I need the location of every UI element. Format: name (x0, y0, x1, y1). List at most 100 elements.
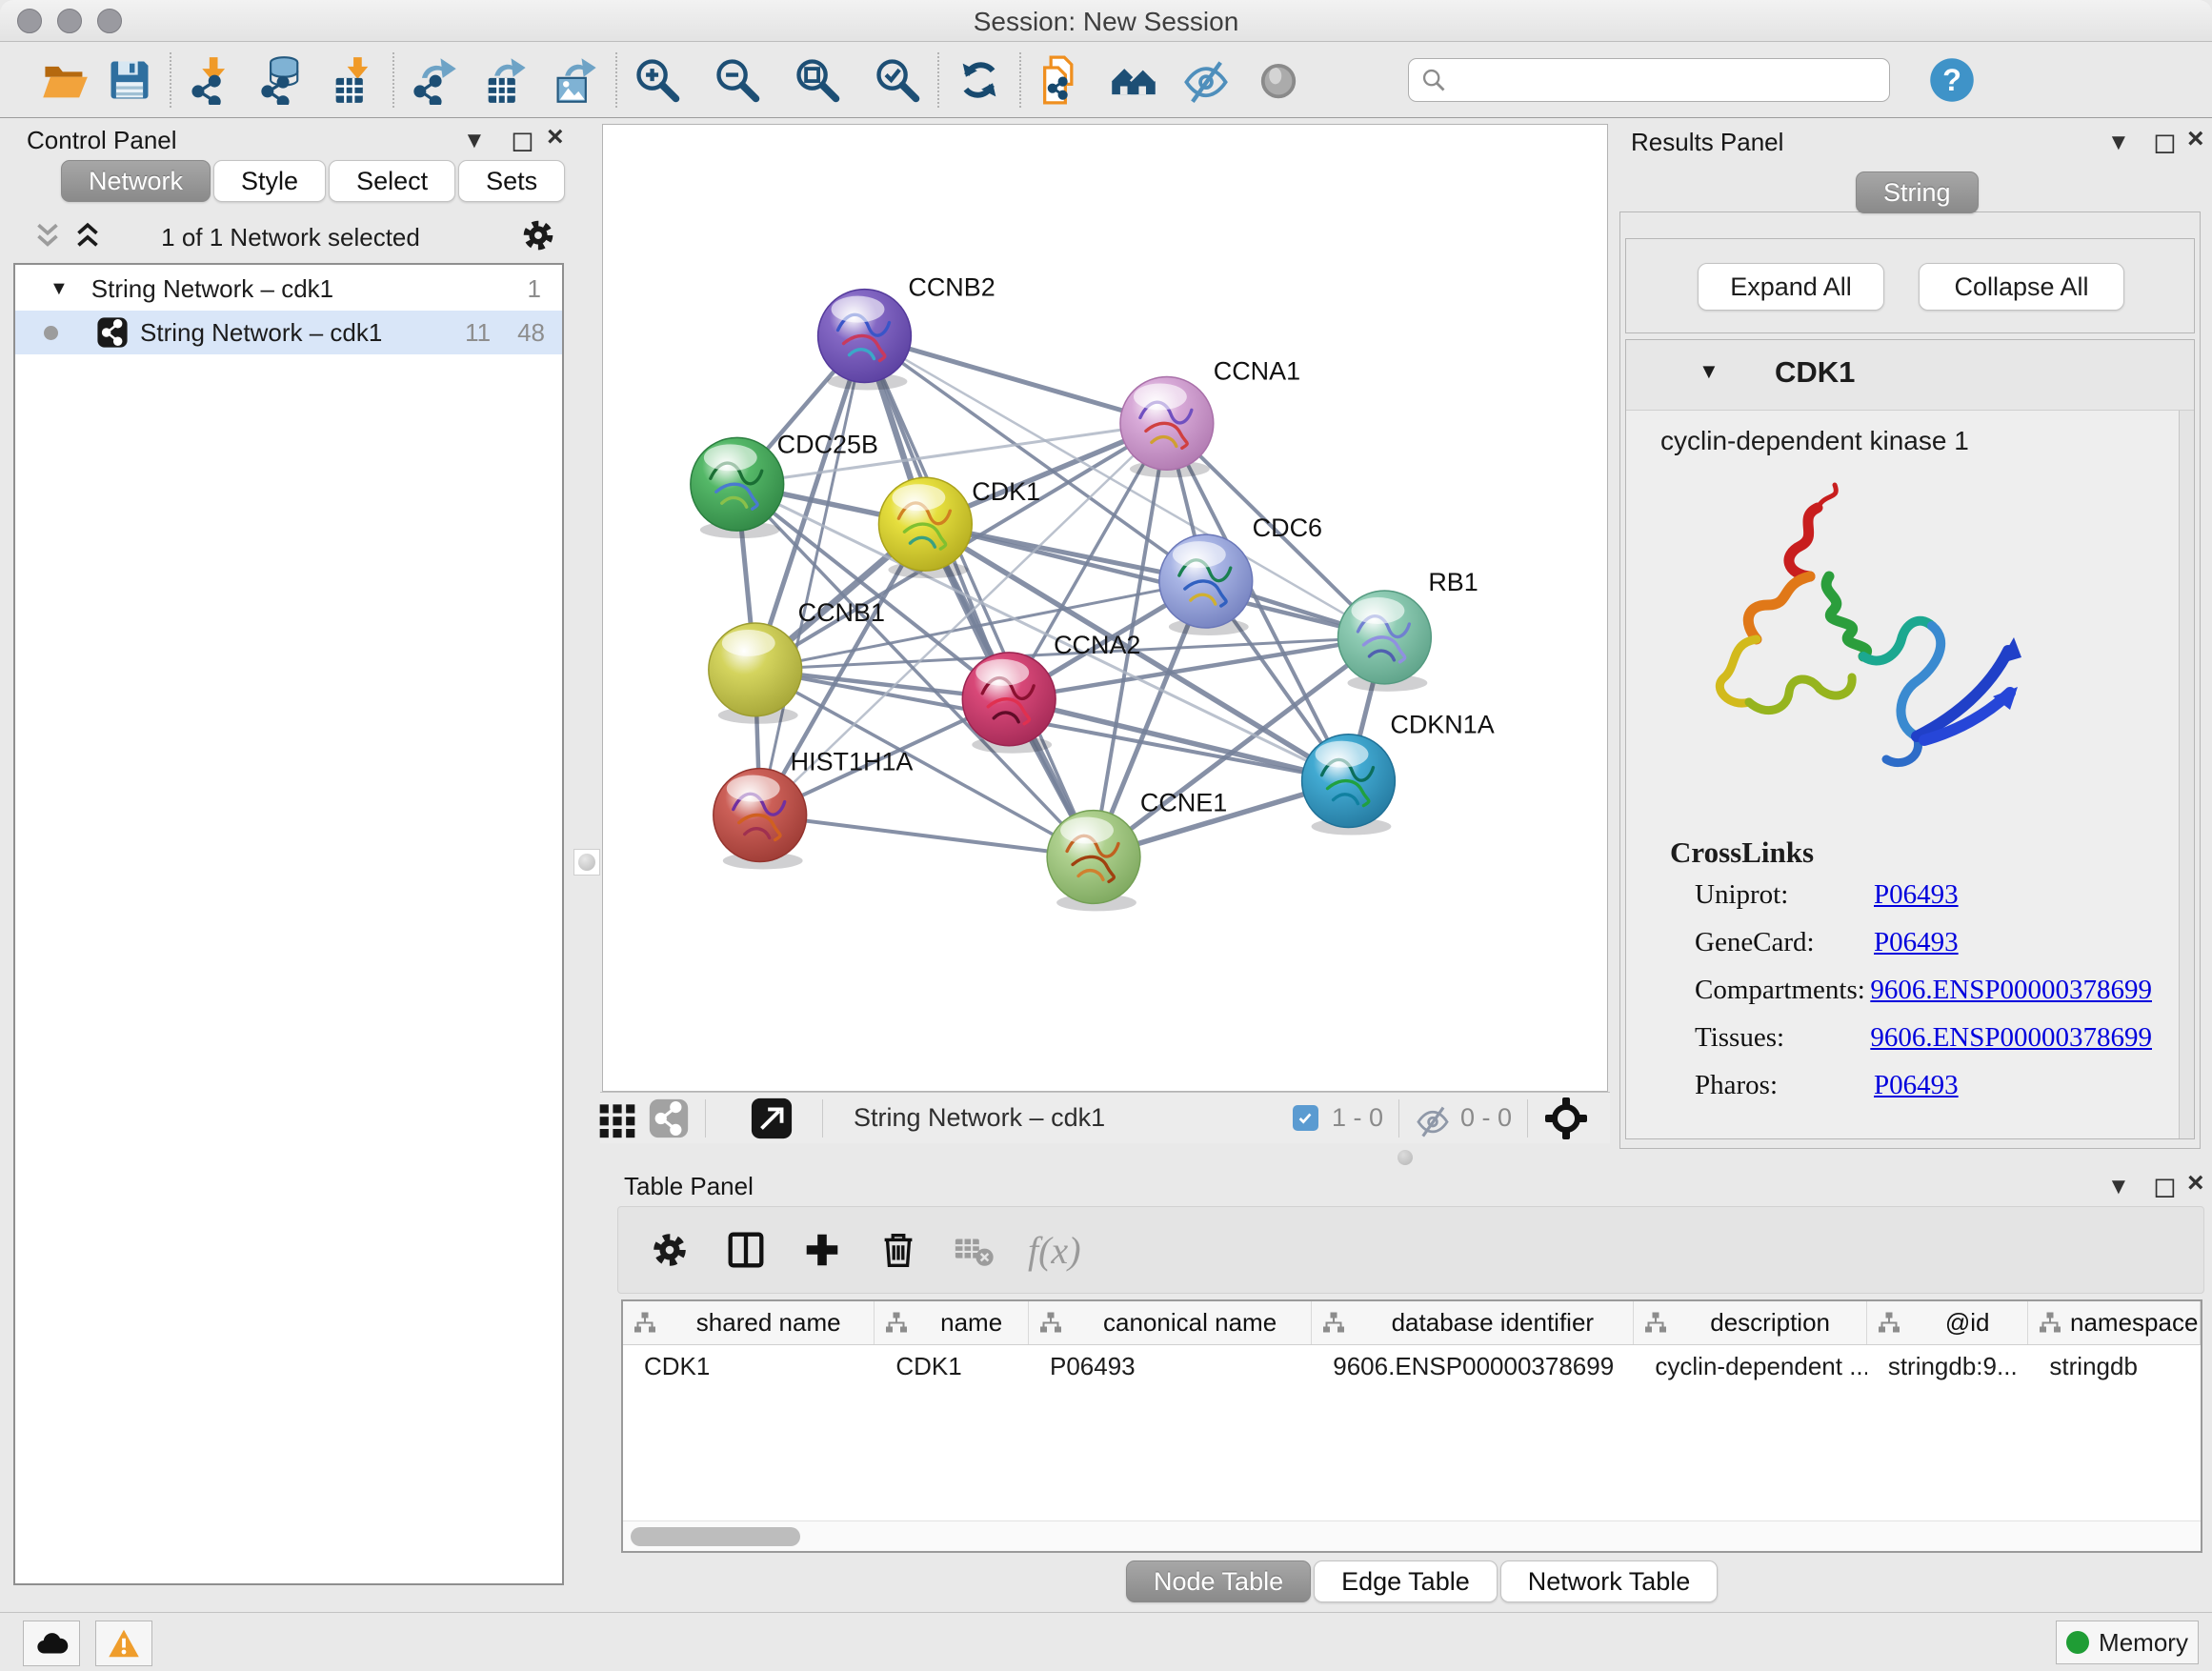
crosslink-link[interactable]: P06493 (1874, 1070, 1959, 1101)
create-column-button[interactable] (797, 1225, 847, 1275)
show-hidden-button[interactable] (1252, 53, 1305, 107)
export-table-button[interactable] (478, 53, 532, 107)
horizontal-splitter-handle[interactable] (1398, 1150, 1413, 1165)
scrollbar-thumb[interactable] (631, 1527, 800, 1546)
share-network-document-button[interactable] (1035, 53, 1088, 107)
column-header-shared-name[interactable]: shared name (623, 1301, 875, 1344)
column-header-namespace[interactable]: namespace (2028, 1301, 2201, 1344)
network-node[interactable] (1302, 735, 1396, 836)
tab-select[interactable]: Select (329, 160, 455, 202)
cloud-button[interactable] (23, 1621, 80, 1666)
network-options-button[interactable] (518, 215, 558, 255)
control-panel-close-button[interactable]: × (547, 126, 564, 149)
import-network-file-button[interactable] (185, 53, 238, 107)
column-header-database-identifier[interactable]: database identifier (1312, 1301, 1634, 1344)
grid-icon (596, 1097, 638, 1140)
network-canvas[interactable]: CCNB2CCNA1CDC25BCDK1CDC6RB1CCNB1CCNA2CDK… (602, 124, 1608, 1092)
table-horizontal-scrollbar[interactable] (623, 1520, 2201, 1551)
table-panel-close-button[interactable]: × (2187, 1172, 2204, 1195)
zoom-selected-button[interactable] (871, 53, 924, 107)
network-edge[interactable] (864, 336, 1094, 857)
open-session-button[interactable] (38, 53, 91, 107)
table-cell[interactable]: stringdb (2028, 1345, 2201, 1387)
tab-string[interactable]: String (1856, 171, 1979, 213)
crosslink-link[interactable]: 9606.ENSP00000378699 (1870, 1022, 2152, 1054)
results-node-header[interactable]: ▼ CDK1 (1626, 340, 2194, 411)
crosslink-link[interactable]: P06493 (1874, 879, 1959, 911)
network-node[interactable] (714, 769, 807, 870)
table-cell[interactable]: 9606.ENSP00000378699 (1312, 1345, 1634, 1387)
network-edge[interactable] (760, 336, 865, 815)
table-panel-menu-button[interactable]: ▼ (2107, 1174, 2130, 1200)
collapse-all-networks-button[interactable] (30, 221, 65, 252)
network-node[interactable] (709, 623, 802, 724)
export-table-icon (480, 55, 530, 105)
network-node[interactable] (878, 477, 972, 578)
table-panel-float-button[interactable]: ◻ (2153, 1170, 2177, 1203)
node-collapse-caret[interactable]: ▼ (1699, 359, 1719, 384)
zoom-out-button[interactable] (711, 53, 764, 107)
home-button[interactable] (1107, 53, 1160, 107)
export-network-button[interactable] (408, 53, 461, 107)
navigate-mode-button[interactable] (1543, 1096, 1589, 1141)
table-cell[interactable]: CDK1 (875, 1345, 1029, 1387)
network-node[interactable] (1047, 811, 1140, 912)
warnings-button[interactable] (95, 1621, 152, 1666)
network-node[interactable] (1338, 591, 1432, 692)
tab-style[interactable]: Style (213, 160, 326, 202)
delete-table-button[interactable] (950, 1225, 999, 1275)
network-edge[interactable] (760, 815, 1094, 857)
tab-node-table[interactable]: Node Table (1126, 1560, 1311, 1602)
zoom-in-button[interactable] (631, 53, 684, 107)
import-table-button[interactable] (326, 53, 379, 107)
memory-button[interactable]: Memory (2056, 1621, 2199, 1664)
results-panel-close-button[interactable]: × (2187, 128, 2204, 151)
selected-checkbox[interactable] (1293, 1105, 1318, 1131)
table-row[interactable]: CDK1CDK1P064939606.ENSP00000378699cyclin… (623, 1345, 2201, 1387)
expand-all-button[interactable]: Expand All (1698, 263, 1884, 311)
tab-edge-table[interactable]: Edge Table (1314, 1560, 1498, 1602)
table-cell[interactable]: stringdb:9... (1867, 1345, 2029, 1387)
crosslink-link[interactable]: P06493 (1874, 927, 1959, 958)
tab-network-table[interactable]: Network Table (1500, 1560, 1719, 1602)
column-header-canonical-name[interactable]: canonical name (1029, 1301, 1312, 1344)
help-button[interactable]: ? (1926, 54, 1978, 106)
delete-column-button[interactable] (874, 1225, 923, 1275)
zoom-fit-button[interactable] (791, 53, 844, 107)
table-cell[interactable]: P06493 (1029, 1345, 1312, 1387)
results-panel-float-button[interactable]: ◻ (2153, 126, 2177, 159)
show-column-button[interactable] (721, 1225, 771, 1275)
string-view-button[interactable] (648, 1094, 690, 1143)
export-image-button[interactable] (549, 53, 602, 107)
network-row-selected[interactable]: String Network – cdk1 11 48 (15, 311, 562, 354)
crosslink-link[interactable]: 9606.ENSP00000378699 (1870, 975, 2152, 1006)
birds-eye-view-button[interactable] (596, 1094, 638, 1143)
tab-network[interactable]: Network (61, 160, 211, 202)
function-builder-button[interactable]: f(x) (1028, 1228, 1081, 1273)
column-header-description[interactable]: description (1634, 1301, 1866, 1344)
collection-expand-caret[interactable]: ▼ (50, 278, 69, 300)
table-cell[interactable]: cyclin-dependent ... (1634, 1345, 1866, 1387)
table-cell[interactable]: CDK1 (623, 1345, 875, 1387)
control-panel-menu-button[interactable]: ▼ (463, 128, 486, 154)
collapse-all-button[interactable]: Collapse All (1919, 263, 2124, 311)
network-collection-row[interactable]: ▼ String Network – cdk1 1 (15, 267, 562, 311)
results-panel-menu-button[interactable]: ▼ (2107, 130, 2130, 156)
save-session-button[interactable] (103, 53, 156, 107)
tab-sets[interactable]: Sets (458, 160, 565, 202)
hide-unhide-button[interactable] (1179, 53, 1233, 107)
control-panel-float-button[interactable]: ◻ (511, 124, 534, 157)
search-input[interactable] (1408, 58, 1890, 102)
column-header-@id[interactable]: @id (1867, 1301, 2029, 1344)
table-options-button[interactable] (645, 1225, 694, 1275)
left-splitter-handle[interactable] (573, 849, 600, 876)
network-node[interactable] (691, 437, 784, 538)
network-node[interactable] (1120, 376, 1214, 477)
results-scrollbar[interactable] (2179, 411, 2194, 1138)
expand-all-networks-button[interactable] (70, 221, 105, 252)
column-header-name[interactable]: name (875, 1301, 1029, 1344)
open-in-new-window-button[interactable] (750, 1094, 794, 1143)
apply-layout-button[interactable] (953, 53, 1006, 107)
network-node[interactable] (1159, 534, 1253, 635)
import-network-database-button[interactable] (255, 53, 309, 107)
